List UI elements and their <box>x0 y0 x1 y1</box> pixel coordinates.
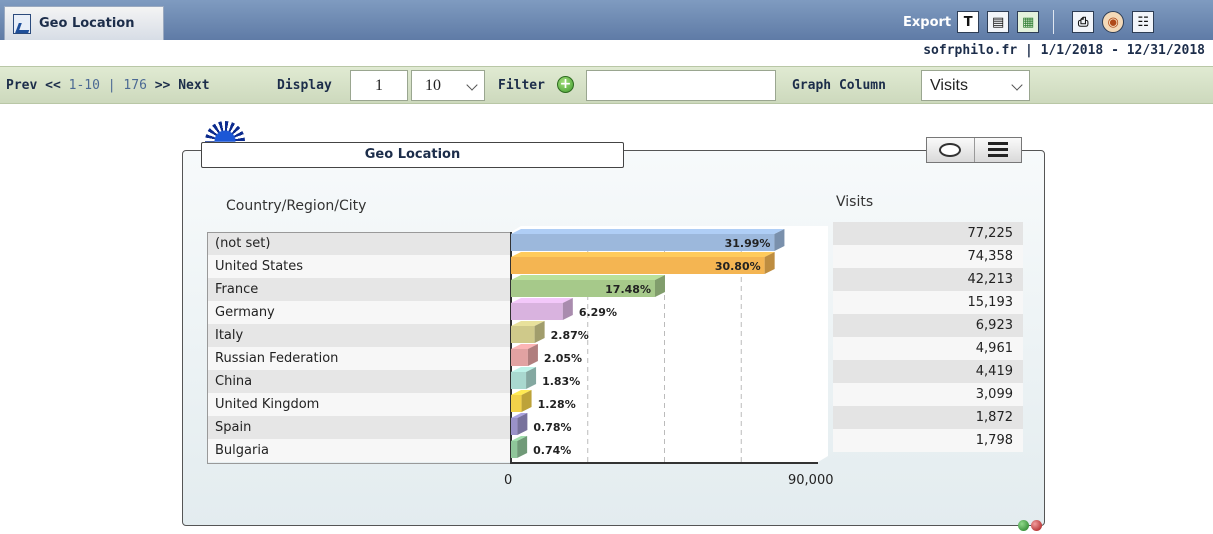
bar-percent-label: 1.28% <box>538 398 576 411</box>
bar <box>511 303 563 320</box>
bar-top <box>511 275 665 280</box>
pie-chart-icon <box>939 143 962 157</box>
bar-top <box>511 229 785 234</box>
bar-percent-label: 30.80% <box>715 260 761 273</box>
bar <box>511 395 522 412</box>
bar-percent-label: 1.83% <box>542 375 580 388</box>
pie-chart-button[interactable] <box>927 138 975 162</box>
x-tick-min: 0 <box>504 473 513 488</box>
bar-percent-label: 17.48% <box>605 283 651 296</box>
x-tick-max: 90,000 <box>788 473 834 488</box>
bar <box>511 349 528 366</box>
bar <box>511 372 527 389</box>
chart-type-switcher <box>926 137 1022 163</box>
bar-percent-label: 0.78% <box>533 421 571 434</box>
bar-percent-label: 2.87% <box>551 329 589 342</box>
bar-top <box>511 298 573 303</box>
bar <box>511 441 518 458</box>
bar-percent-label: 0.74% <box>533 444 571 457</box>
bar-chart: 31.99% 30.80% 17.48% 6.29% 2.87% 2.05% 1.83% 1.… <box>510 226 828 464</box>
bar <box>511 326 535 343</box>
chart-title: Geo Location <box>201 142 624 168</box>
bar <box>511 418 518 435</box>
bar-percent-label: 31.99% <box>725 237 771 250</box>
bar-percent-label: 6.29% <box>579 306 617 319</box>
bar-top <box>511 252 775 257</box>
bar-percent-label: 2.05% <box>544 352 582 365</box>
bar-chart-icon <box>987 142 1008 158</box>
bar-chart-button[interactable] <box>975 138 1022 162</box>
